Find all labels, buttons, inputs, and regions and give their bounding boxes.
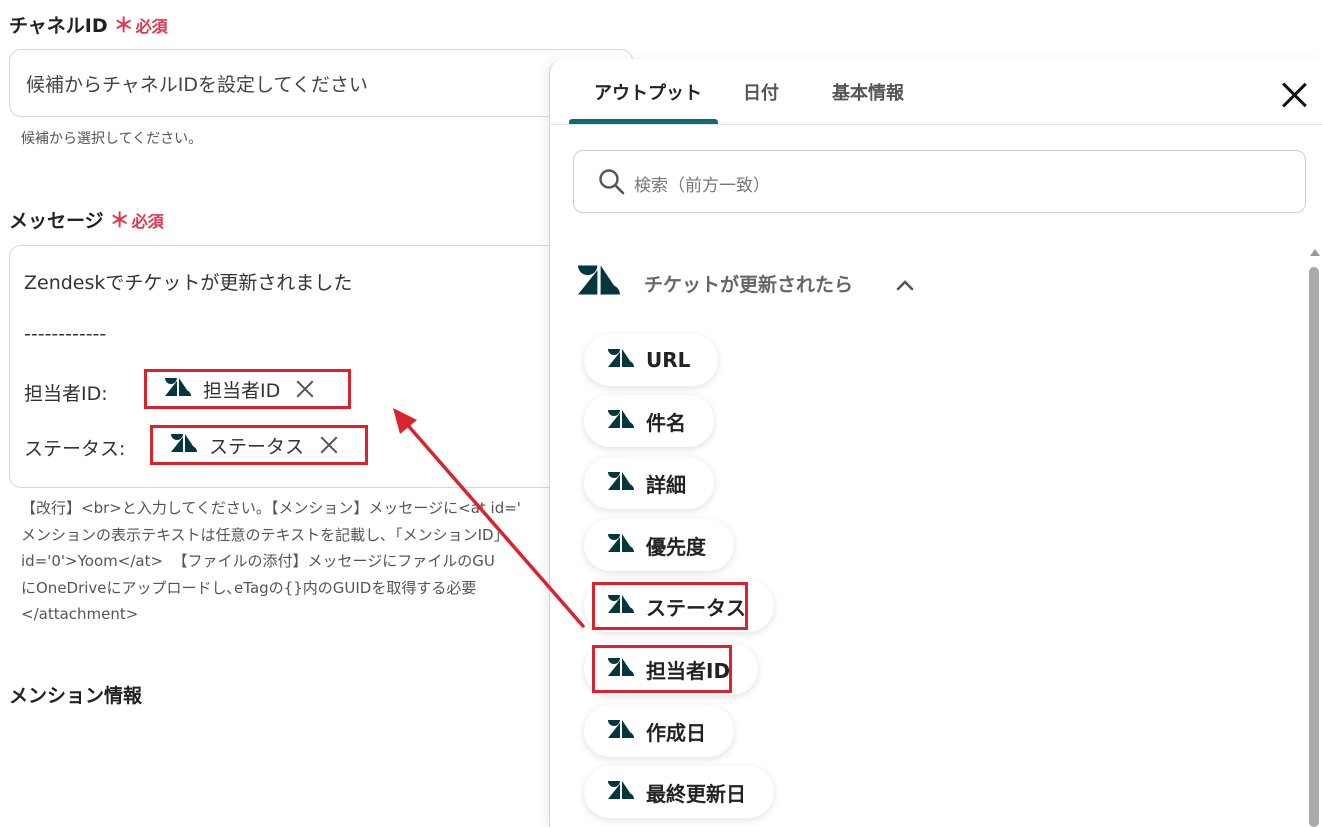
zendesk-icon: [608, 719, 634, 743]
search-icon: [598, 168, 626, 200]
section-title: チケットが更新されたら: [644, 274, 854, 296]
assignee-id-token[interactable]: 担当者ID: [144, 369, 351, 409]
channel-id-label-text: チャネルID: [9, 15, 108, 37]
required-star: ＊: [109, 208, 130, 232]
assignee-prefix: 担当者ID:: [24, 383, 108, 405]
remove-token-icon[interactable]: [318, 434, 340, 456]
tab-basic-info[interactable]: 基本情報: [832, 79, 904, 105]
output-item-created-date[interactable]: 作成日: [584, 705, 734, 757]
remove-token-icon[interactable]: [294, 378, 316, 400]
assignee-id-token-label: 担当者ID: [203, 379, 281, 402]
channel-id-input[interactable]: 候補からチャネルIDを設定してください: [9, 49, 633, 117]
output-item-label: 最終更新日: [646, 781, 746, 806]
message-label: メッセージ＊必須: [9, 204, 164, 233]
zendesk-icon: [608, 471, 634, 495]
output-item-assignee-id[interactable]: 担当者ID: [584, 643, 759, 695]
status-token-label: ステータス: [209, 435, 305, 458]
search-placeholder: 検索（前方一致）: [634, 176, 770, 196]
output-item-label: 作成日: [646, 720, 706, 745]
scrollbar-thumb[interactable]: [1309, 267, 1319, 827]
output-item-last-updated[interactable]: 最終更新日: [584, 766, 774, 818]
active-tab-indicator: [569, 119, 718, 124]
zendesk-icon: [608, 780, 634, 804]
help-line: にOneDriveにアップロードし､eTagの{}内のGUIDを取得する必要: [21, 578, 477, 597]
help-line: 【改行】<br>と入力してください。【メンション】メッセージに<at id=': [21, 499, 521, 517]
required-star: ＊: [113, 13, 134, 37]
required-text: 必須: [135, 17, 168, 36]
close-icon[interactable]: [1280, 81, 1308, 109]
message-separator: ------------: [24, 323, 107, 345]
tab-output[interactable]: アウトプット: [594, 79, 702, 105]
output-item-url[interactable]: URL: [584, 334, 719, 386]
zendesk-icon: [608, 533, 634, 557]
help-line: id='0'>Yoom</at> 【ファイルの添付】メッセージにファイルのGU: [21, 552, 495, 570]
zendesk-icon: [608, 348, 634, 372]
channel-id-label: チャネルID ＊必須: [9, 9, 168, 38]
status-prefix: ステータス:: [24, 438, 126, 460]
zendesk-icon: [608, 594, 634, 618]
output-item-details[interactable]: 詳細: [584, 457, 714, 509]
zendesk-icon: [608, 409, 634, 433]
scrollbar[interactable]: [1307, 249, 1321, 827]
tab-date[interactable]: 日付: [743, 79, 779, 105]
message-label-text: メッセージ: [9, 210, 104, 232]
search-input[interactable]: 検索（前方一致）: [573, 150, 1306, 213]
help-line: メンションの表示テキストは任意のテキストを記載し､「メンションID」: [21, 525, 509, 544]
chevron-up-icon[interactable]: [896, 276, 914, 295]
scroll-up-icon[interactable]: [1310, 249, 1320, 256]
output-item-label: 件名: [646, 410, 686, 435]
output-item-subject[interactable]: 件名: [584, 395, 714, 447]
output-item-status[interactable]: ステータス: [584, 580, 774, 632]
required-mark: ＊必須: [114, 13, 168, 37]
required-mark: ＊必須: [110, 208, 164, 232]
zendesk-icon: [165, 377, 191, 401]
output-panel: アウトプット 日付 基本情報 検索（前方一致） チケットが更新されたら URL …: [549, 59, 1322, 827]
output-item-label: ステータス: [646, 595, 746, 620]
channel-id-hint: 候補から選択してください。: [21, 131, 203, 147]
output-item-label: 詳細: [646, 472, 686, 497]
message-line-1: Zendeskでチケットが更新されました: [24, 272, 353, 294]
output-item-label: 優先度: [646, 534, 706, 559]
required-text: 必須: [131, 212, 164, 231]
zendesk-icon: [578, 265, 620, 299]
zendesk-icon: [171, 433, 197, 457]
output-item-label: 担当者ID: [646, 658, 731, 683]
mention-info-heading: メンション情報: [9, 685, 143, 707]
message-help-text: 【改行】<br>と入力してください。【メンション】メッセージに<at id=' メ…: [21, 495, 546, 628]
status-token[interactable]: ステータス: [150, 425, 368, 465]
channel-id-placeholder: 候補からチャネルIDを設定してください: [26, 74, 368, 96]
zendesk-icon: [608, 657, 634, 681]
help-line: </attachment>: [21, 605, 139, 623]
tab-bar: アウトプット 日付 基本情報: [550, 59, 1322, 125]
output-item-priority[interactable]: 優先度: [584, 519, 734, 571]
output-item-label: URL: [646, 348, 691, 372]
